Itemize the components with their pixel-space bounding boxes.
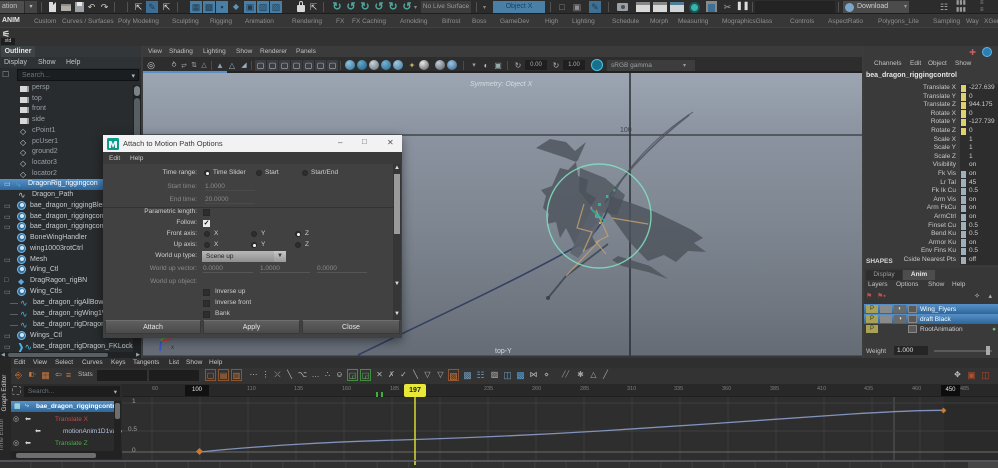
svg-text:Symmetry: Object X: Symmetry: Object X [470,81,533,88]
svg-text:top-Y: top-Y [495,348,512,355]
svg-text:100: 100 [620,127,632,134]
svg-text:x: x [171,345,174,351]
